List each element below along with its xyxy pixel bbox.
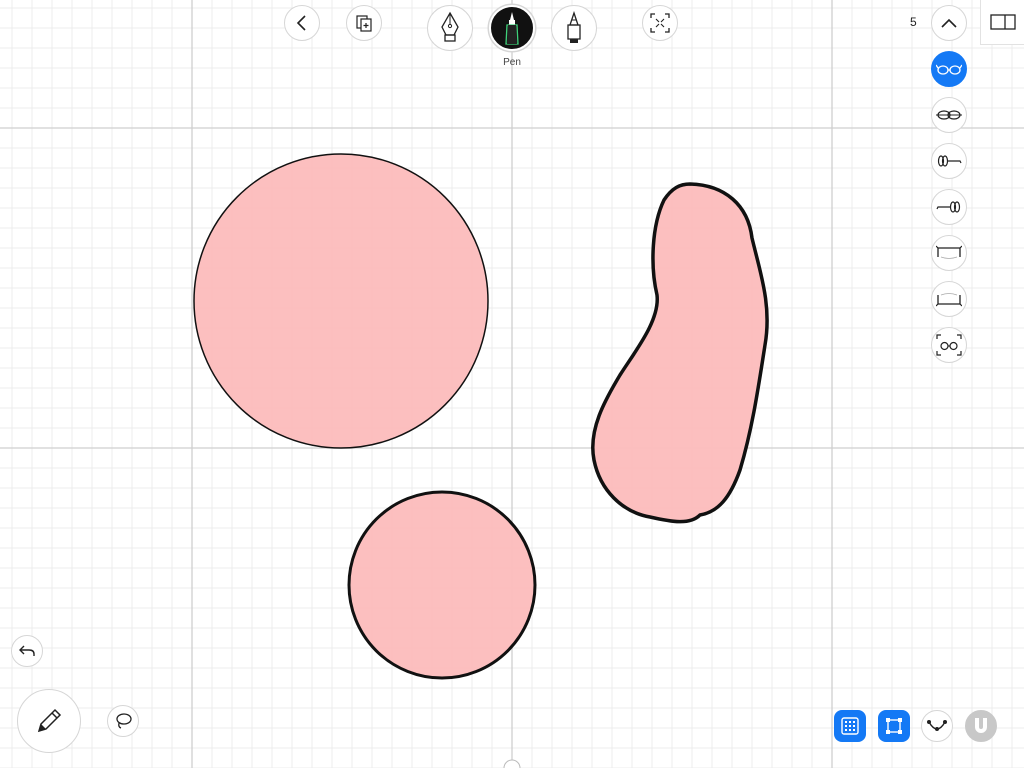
glasses-frame-fit-icon <box>936 334 962 356</box>
undo-icon <box>19 645 35 656</box>
blob-shape[interactable] <box>591 182 769 524</box>
undo-button[interactable] <box>11 635 43 667</box>
lasso-button[interactable] <box>107 705 139 737</box>
fountain-pen-tool[interactable] <box>427 5 473 51</box>
glasses-side-icon <box>936 110 962 120</box>
pen-icon <box>505 12 519 45</box>
option-glasses-oval[interactable] <box>931 51 967 87</box>
glasses-arm-left-icon <box>937 155 962 167</box>
fountain-pen-icon <box>441 11 459 42</box>
chevron-up-icon <box>941 18 957 28</box>
pencil-icon <box>37 708 62 733</box>
back-button[interactable] <box>284 5 320 41</box>
split-view-icon <box>990 14 1016 30</box>
pages-add-icon <box>356 15 372 32</box>
curve-icon <box>927 720 947 731</box>
curve-button[interactable] <box>921 710 953 742</box>
count-label: 5 <box>910 15 917 29</box>
option-glasses-side[interactable] <box>931 97 967 133</box>
option-glasses-frame-fit[interactable] <box>931 327 967 363</box>
glasses-oval-icon <box>936 64 962 75</box>
option-glasses-top-frame[interactable] <box>931 235 967 271</box>
drawing-canvas[interactable] <box>0 0 1024 768</box>
canvas-bottom-handle[interactable] <box>503 759 521 768</box>
shapes-layer[interactable] <box>193 153 769 680</box>
marker-tool[interactable] <box>551 5 597 51</box>
lasso-icon <box>116 713 132 729</box>
pages-button[interactable] <box>346 5 382 41</box>
selected-tool-label: Pen <box>503 57 521 68</box>
option-glasses-bottom-frame[interactable] <box>931 281 967 317</box>
large-circle-shape[interactable] <box>193 153 489 449</box>
chevron-left-icon <box>296 15 306 31</box>
glasses-top-frame-icon <box>936 245 962 259</box>
pencil-button[interactable] <box>17 689 81 753</box>
canvas-grid <box>0 0 1024 768</box>
collapse-button[interactable] <box>931 5 967 41</box>
pen-tool[interactable] <box>489 5 535 51</box>
option-glasses-arm-left[interactable] <box>931 143 967 179</box>
option-glasses-arm-right[interactable] <box>931 189 967 225</box>
magnet-button[interactable] <box>965 710 997 742</box>
split-view-button[interactable] <box>980 0 1024 45</box>
grid-icon <box>841 717 859 735</box>
magnet-icon <box>975 718 987 733</box>
glasses-bottom-frame-icon <box>936 293 962 307</box>
grid-toggle-button[interactable] <box>834 710 866 742</box>
transform-frame-icon <box>650 13 670 33</box>
small-circle-shape[interactable] <box>347 490 537 680</box>
snap-frame-button[interactable] <box>878 710 910 742</box>
snap-frame-icon <box>886 718 902 734</box>
marker-icon <box>567 11 581 43</box>
glasses-arm-right-icon <box>936 201 961 213</box>
transform-button[interactable] <box>642 5 678 41</box>
